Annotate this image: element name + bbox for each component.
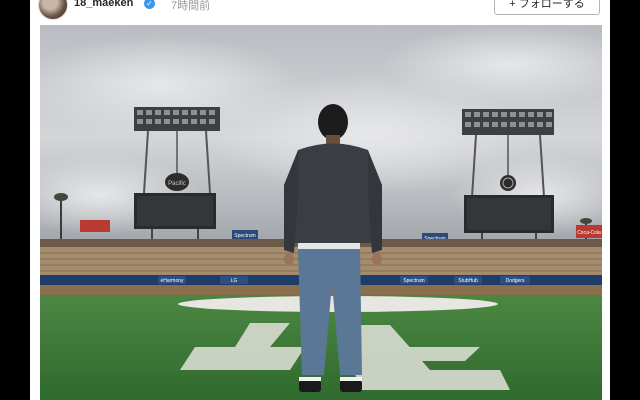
post-header: 18_maeken ✓ 7時間前 + フォローする <box>30 0 610 22</box>
instagram-post-card: 18_maeken ✓ 7時間前 + フォローする Pacific Spectr… <box>30 0 610 400</box>
username-link[interactable]: 18_maeken <box>74 0 133 9</box>
svg-text:eHarmony: eHarmony <box>160 278 184 284</box>
post-photo: Pacific Spectrum Spectrum Coca-Cola <box>40 25 602 400</box>
svg-text:Dodgers: Dodgers <box>506 278 525 284</box>
svg-text:Spectrum: Spectrum <box>403 278 424 284</box>
svg-text:StubHub: StubHub <box>458 278 478 284</box>
follow-button[interactable]: + フォローする <box>494 0 600 15</box>
stadium-photo: Pacific Spectrum Spectrum Coca-Cola <box>40 25 602 400</box>
sign-red-left <box>80 220 110 232</box>
scoreboard-logo-left: Pacific <box>168 181 186 187</box>
user-avatar[interactable] <box>38 0 68 20</box>
verified-badge-icon: ✓ <box>144 0 155 9</box>
post-timestamp: 7時間前 <box>171 0 211 12</box>
svg-text:LG: LG <box>231 278 238 284</box>
banner-right-box-text: Coca-Cola <box>577 230 601 236</box>
banner-left-text: Spectrum <box>234 233 255 239</box>
